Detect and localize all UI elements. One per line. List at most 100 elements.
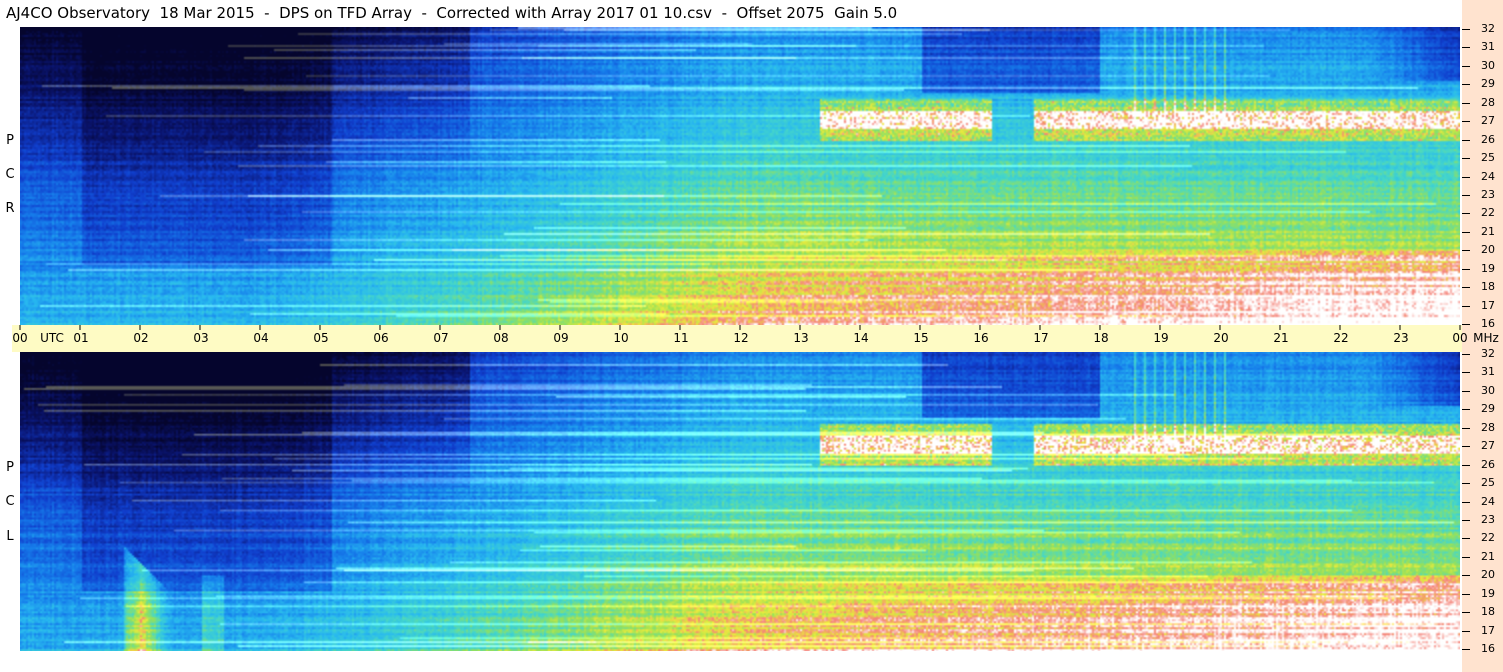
frequency-tick [1462,66,1470,67]
frequency-label: 30 [1481,383,1495,397]
frequency-tick [1462,391,1470,392]
frequency-label: 28 [1481,420,1495,434]
frequency-label: 22 [1481,531,1495,545]
frequency-label: 24 [1481,494,1495,508]
frequency-label: 19 [1481,261,1495,275]
time-label: 11 [673,331,689,345]
frequency-label: 26 [1481,457,1495,471]
frequency-label: 18 [1481,605,1495,619]
pol-letter: C [5,494,15,509]
time-label: 01 [73,331,89,345]
frequency-tick [1462,409,1470,410]
frequency-label: 17 [1481,623,1495,637]
time-label: 08 [493,331,509,345]
time-label: 21 [1273,331,1289,345]
time-label: 12 [733,331,749,345]
frequency-label: 27 [1481,114,1495,128]
time-label: MHz [1473,331,1499,345]
time-label: 19 [1153,331,1169,345]
frequency-tick [1462,612,1470,613]
pol-letter: P [6,460,14,475]
pol-letter: L [6,529,14,544]
frequency-label: 29 [1481,77,1495,91]
rcp-spectrogram [20,27,1460,325]
time-label: 17 [1033,331,1049,345]
frequency-tick [1462,594,1470,595]
frequency-tick [1462,324,1470,325]
frequency-label: 26 [1481,132,1495,146]
frequency-tick [1462,232,1470,233]
frequency-tick [1462,213,1470,214]
time-label: 03 [193,331,209,345]
frequency-tick [1462,354,1470,355]
frequency-tick [1462,557,1470,558]
time-label: 18 [1093,331,1109,345]
frequency-tick [1462,287,1470,288]
frequency-tick [1462,84,1470,85]
time-label: 06 [373,331,389,345]
pol-letter: R [5,201,15,216]
frequency-tick [1462,502,1470,503]
frequency-tick [1462,446,1470,447]
frequency-label: 20 [1481,568,1495,582]
time-label: 00 [12,331,28,345]
frequency-label: 21 [1481,224,1495,238]
frequency-label: 21 [1481,549,1495,563]
time-label: 23 [1393,331,1409,345]
frequency-tick [1462,483,1470,484]
frequency-tick [1462,195,1470,196]
time-label: 22 [1333,331,1349,345]
frequency-label: 27 [1481,439,1495,453]
frequency-tick [1462,465,1470,466]
frequency-tick [1462,372,1470,373]
frequency-label: 29 [1481,402,1495,416]
time-label: 07 [433,331,449,345]
frequency-tick [1462,538,1470,539]
time-label: 04 [253,331,269,345]
frequency-tick [1462,103,1470,104]
frequency-label: 19 [1481,586,1495,600]
time-label: 00 [1452,331,1468,345]
frequency-label: 28 [1481,95,1495,109]
frequency-label: 23 [1481,187,1495,201]
frequency-label: 32 [1481,347,1495,360]
frequency-label: 16 [1481,317,1495,330]
frequency-tick [1462,428,1470,429]
frequency-label: 25 [1481,151,1495,165]
frequency-label: 18 [1481,280,1495,294]
frequency-label: 16 [1481,642,1495,655]
frequency-tick [1462,177,1470,178]
time-label: UTC [40,331,64,345]
frequency-label: 24 [1481,169,1495,183]
time-label: 20 [1213,331,1229,345]
frequency-label: 31 [1481,40,1495,54]
time-label: 09 [553,331,569,345]
time-label: 16 [973,331,989,345]
frequency-tick [1462,250,1470,251]
frequency-tick [1462,29,1470,30]
frequency-label: 32 [1481,22,1495,35]
frequency-label: 22 [1481,206,1495,220]
frequency-tick [1462,631,1470,632]
plot-title: AJ4CO Observatory 18 Mar 2015 - DPS on T… [6,4,898,22]
frequency-tick [1462,269,1470,270]
time-label: 14 [853,331,869,345]
frequency-label: 23 [1481,512,1495,526]
frequency-label: 25 [1481,476,1495,490]
time-label: 13 [793,331,809,345]
time-label: 05 [313,331,329,345]
frequency-tick [1462,47,1470,48]
frequency-tick [1462,306,1470,307]
lcp-spectrogram [20,352,1460,651]
frequency-tick [1462,520,1470,521]
frequency-tick [1462,140,1470,141]
frequency-tick [1462,121,1470,122]
frequency-label: 30 [1481,58,1495,72]
pol-letter: C [5,167,15,182]
frequency-label: 17 [1481,298,1495,312]
frequency-tick [1462,649,1470,650]
pol-letter: P [6,133,14,148]
frequency-tick [1462,158,1470,159]
time-label: 02 [133,331,149,345]
frequency-label: 20 [1481,243,1495,257]
